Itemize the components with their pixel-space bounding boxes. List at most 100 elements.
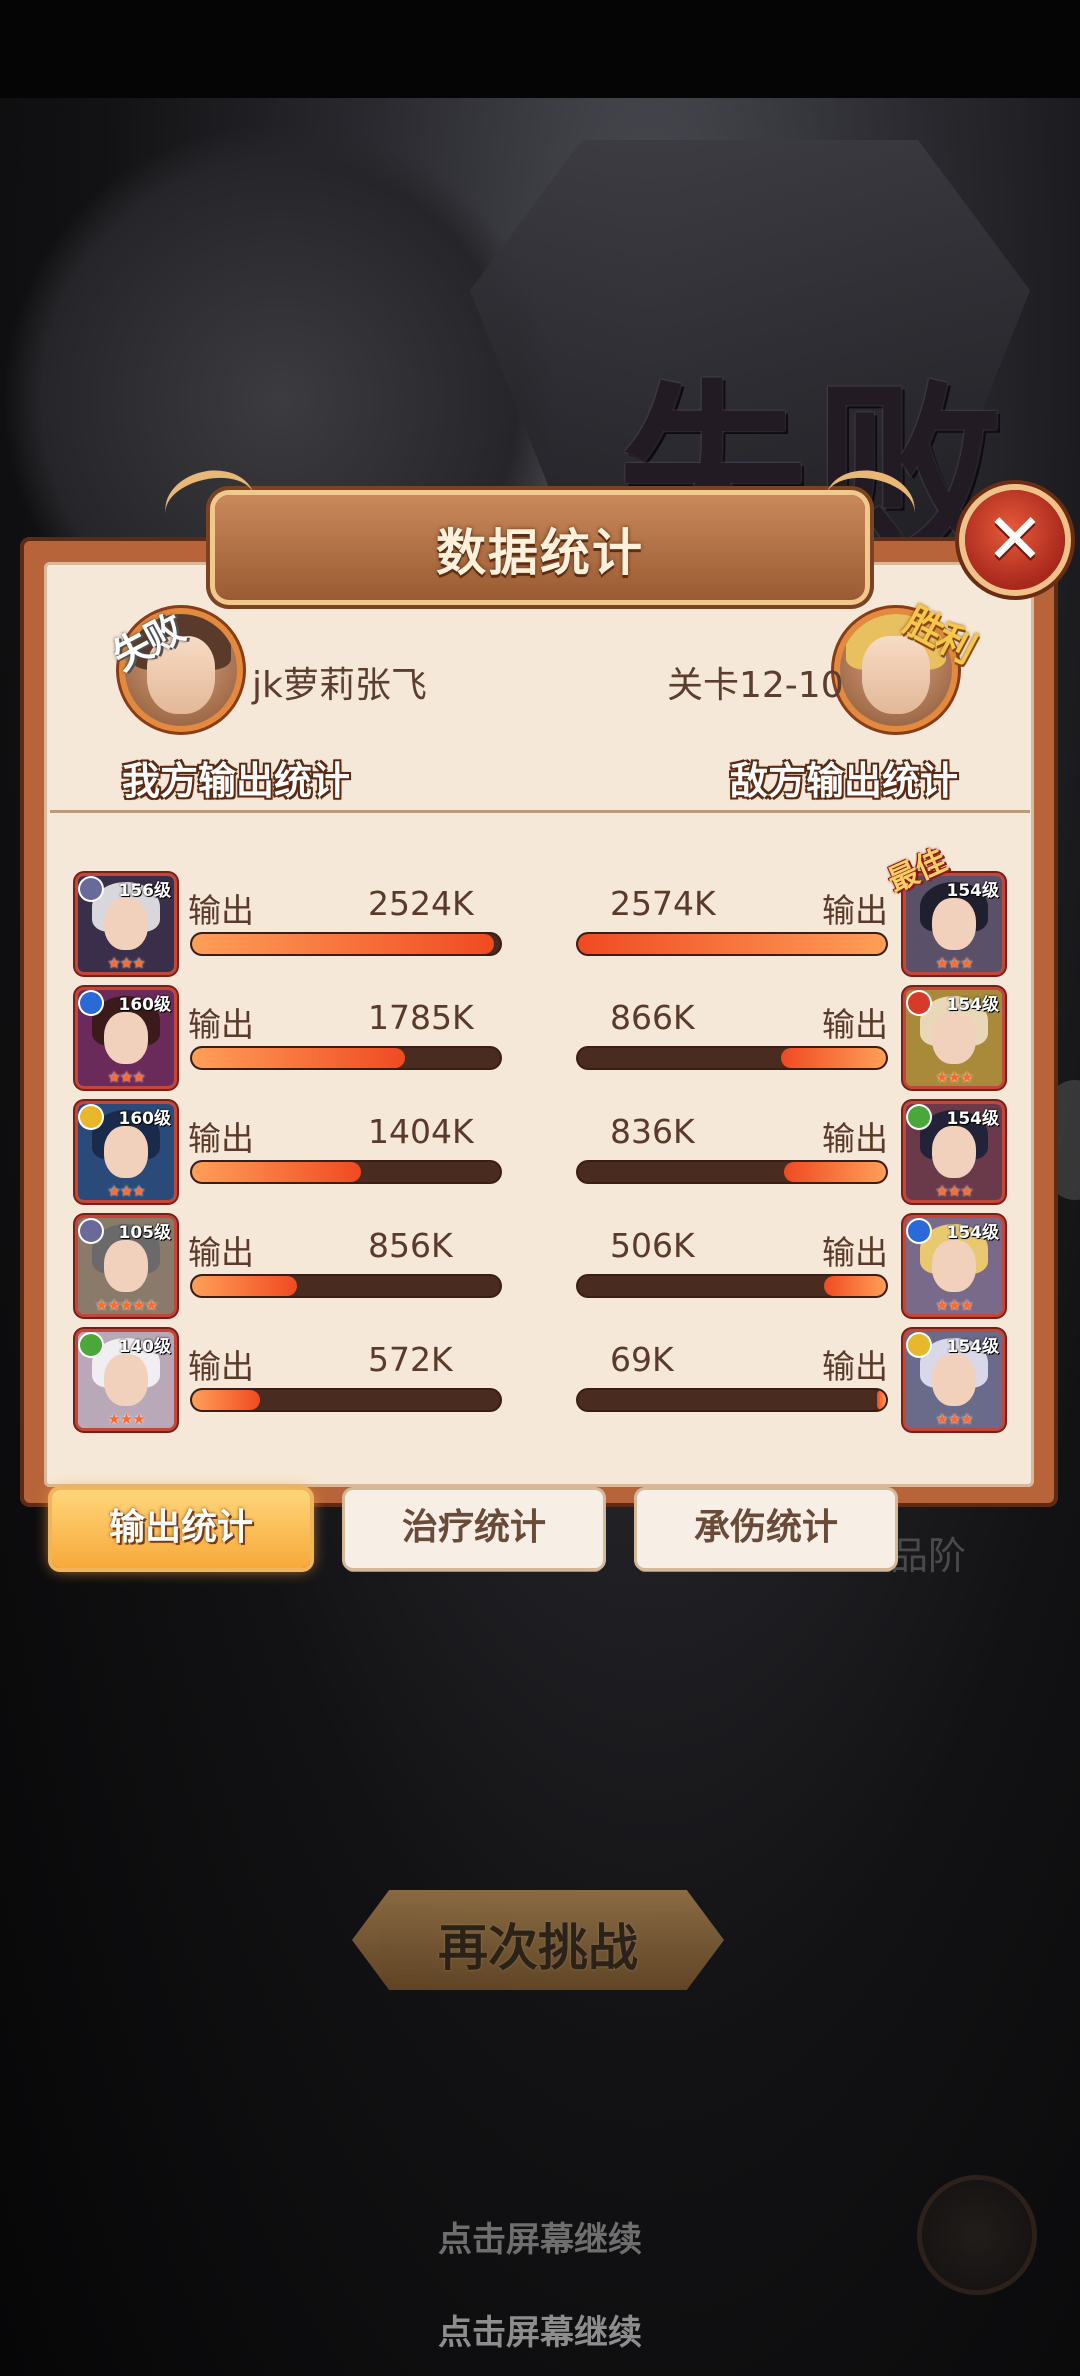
player-side-title: 我方输出统计 [122, 759, 351, 803]
left-hero-card[interactable]: 156级 ★★★ [78, 876, 174, 972]
right-stat-label: 输出 [822, 1347, 888, 1386]
bar-fill [192, 1048, 405, 1068]
hero-level: 160级 [118, 995, 172, 1015]
element-icon [80, 1220, 102, 1242]
speed-toggle-button[interactable] [922, 2180, 1032, 2290]
element-icon [908, 1220, 930, 1242]
hero-face [104, 898, 148, 950]
hero-face [104, 1354, 148, 1406]
right-stat-value: 866K [610, 998, 695, 1037]
hero-level: 156级 [118, 881, 172, 901]
left-stat-value: 1785K [368, 998, 474, 1037]
hero-level: 154级 [946, 995, 1000, 1015]
bar-fill [824, 1276, 886, 1296]
left-stat-value: 572K [368, 1340, 453, 1379]
right-stat-label: 输出 [822, 1233, 888, 1272]
right-hero-card[interactable]: 154级 ★★★ [906, 1104, 1002, 1200]
retry-button[interactable]: 再次挑战 [352, 1890, 724, 1990]
element-icon [80, 1106, 102, 1128]
hero-level: 154级 [946, 881, 1000, 901]
close-button[interactable]: ✕ [965, 490, 1065, 590]
hero-face [104, 1012, 148, 1064]
hero-level: 105级 [118, 1223, 172, 1243]
left-stat-value: 856K [368, 1226, 453, 1265]
star-rating: ★★★ [935, 1068, 973, 1086]
bar-fill [876, 1390, 886, 1410]
right-hero-card[interactable]: 154级 ★★★ [906, 1218, 1002, 1314]
left-damage-bar [192, 1390, 500, 1410]
hero-face [932, 1012, 976, 1064]
bar-fill [578, 934, 886, 954]
left-hero-card[interactable]: 140级 ★★★ [78, 1332, 174, 1428]
header-divider [50, 810, 1030, 813]
right-stat-label: 输出 [822, 1005, 888, 1044]
player-name: jk萝莉张飞 [252, 665, 427, 706]
right-stat-value: 506K [610, 1226, 695, 1265]
right-stat-label: 输出 [822, 891, 888, 930]
right-damage-bar [578, 1390, 886, 1410]
right-stat-value: 836K [610, 1112, 695, 1151]
hero-face [932, 1126, 976, 1178]
right-hero-card[interactable]: 154级 ★★★ [906, 1332, 1002, 1428]
left-stat-value: 1404K [368, 1112, 474, 1151]
right-damage-bar [578, 934, 886, 954]
element-icon [80, 878, 102, 900]
right-stat-label: 输出 [822, 1119, 888, 1158]
left-damage-bar [192, 1162, 500, 1182]
star-rating: ★★★ [935, 954, 973, 972]
close-icon: ✕ [985, 498, 1045, 580]
star-rating: ★★★★★ [94, 1296, 158, 1314]
right-damage-bar [578, 1276, 886, 1296]
hero-level: 154级 [946, 1109, 1000, 1129]
hero-level: 140级 [118, 1337, 172, 1357]
star-rating: ★★★ [935, 1410, 973, 1428]
left-stat-label: 输出 [188, 891, 254, 930]
star-rating: ★★★ [107, 1068, 145, 1086]
right-stat-value: 69K [610, 1340, 674, 1379]
star-rating: ★★★ [935, 1182, 973, 1200]
right-damage-bar [578, 1162, 886, 1182]
right-hero-card[interactable]: 154级 ★★★ [906, 990, 1002, 1086]
status-bar [0, 0, 1080, 98]
enemy-side-title: 敌方输出统计 [730, 759, 959, 803]
star-rating: ★★★ [107, 1410, 145, 1428]
hero-face [932, 1354, 976, 1406]
tab-damage-stats[interactable]: 输出统计 [52, 1490, 310, 1568]
bar-fill [192, 934, 494, 954]
left-stat-label: 输出 [188, 1233, 254, 1272]
left-stat-label: 输出 [188, 1119, 254, 1158]
element-icon [908, 992, 930, 1014]
hero-level: 154级 [946, 1223, 1000, 1243]
continue-hint: 点击屏幕继续 [438, 2220, 642, 2260]
left-hero-card[interactable]: 105级 ★★★★★ [78, 1218, 174, 1314]
element-icon [908, 1334, 930, 1356]
retry-button-label: 再次挑战 [438, 1919, 638, 1977]
continue-hint-bottom[interactable]: 点击屏幕继续 [0, 2305, 1080, 2354]
bar-fill [192, 1162, 362, 1182]
bar-fill [192, 1390, 260, 1410]
left-stat-label: 输出 [188, 1005, 254, 1044]
bar-fill [781, 1048, 886, 1068]
star-rating: ★★★ [107, 954, 145, 972]
left-hero-card[interactable]: 160级 ★★★ [78, 1104, 174, 1200]
star-rating: ★★★ [935, 1296, 973, 1314]
left-stat-label: 输出 [188, 1347, 254, 1386]
tab-healing-stats[interactable]: 治疗统计 [345, 1490, 603, 1568]
background-grade-label: 品阶 [890, 1534, 967, 1578]
panel-title: 数据统计 [436, 524, 644, 582]
left-stat-value: 2524K [368, 884, 474, 923]
stage-name: 关卡12-10 [667, 665, 844, 706]
right-hero-card[interactable]: 154级 ★★★ [906, 876, 1002, 972]
hero-level: 154级 [946, 1337, 1000, 1357]
element-icon [908, 1106, 930, 1128]
hero-face [104, 1240, 148, 1292]
panel-title-plate: 数据统计 [158, 462, 922, 600]
star-rating: ★★★ [107, 1182, 145, 1200]
left-damage-bar [192, 1048, 500, 1068]
bar-fill [784, 1162, 886, 1182]
right-stat-value: 2574K [610, 884, 716, 923]
left-hero-card[interactable]: 160级 ★★★ [78, 990, 174, 1086]
tab-damage-taken-stats[interactable]: 承伤统计 [637, 1490, 895, 1568]
hero-face [932, 1240, 976, 1292]
left-damage-bar [192, 934, 500, 954]
